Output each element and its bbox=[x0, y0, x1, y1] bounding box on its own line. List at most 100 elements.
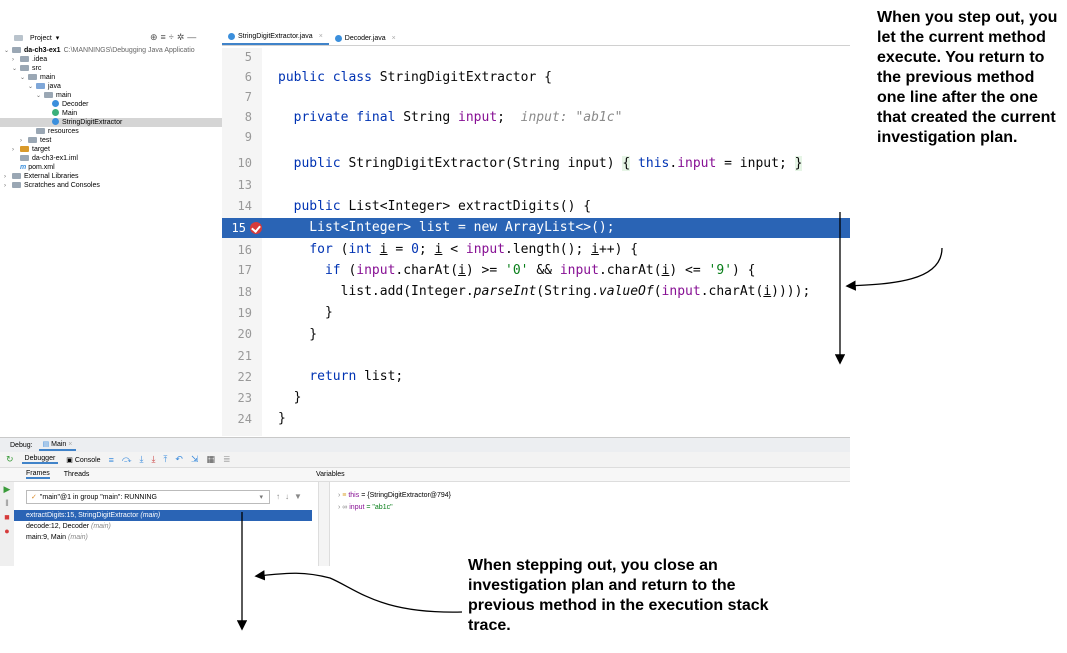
tree-item-label: pom.xml bbox=[28, 164, 55, 171]
tree-item-label: Decoder bbox=[62, 101, 89, 108]
tree-item[interactable]: resources bbox=[0, 127, 222, 136]
watch-icon: ∞ bbox=[342, 504, 348, 511]
run-to-cursor-icon[interactable]: ⇲ bbox=[191, 454, 199, 465]
step-over-icon[interactable]: ⤼ bbox=[122, 454, 132, 465]
frame-row[interactable]: main:9, Main (main) bbox=[14, 532, 312, 543]
tree-item[interactable]: StringDigitExtractor bbox=[0, 118, 222, 127]
folder-icon bbox=[12, 47, 21, 53]
tree-item[interactable]: › .idea bbox=[0, 55, 222, 64]
tab-stringdigitextractor[interactable]: StringDigitExtractor.java × bbox=[222, 33, 329, 45]
annotation-step-out: When you step out, you let the current m… bbox=[877, 9, 1058, 146]
tree-item[interactable]: Main bbox=[0, 109, 222, 118]
chevron-right-icon[interactable]: › bbox=[4, 182, 12, 191]
project-toolbar-icons[interactable]: ⊕≡÷✲— bbox=[150, 32, 199, 43]
close-icon[interactable]: × bbox=[68, 441, 72, 448]
tree-item-label: main bbox=[40, 74, 56, 81]
tree-item-label: da-ch3-ex1 bbox=[24, 47, 61, 54]
close-icon[interactable]: × bbox=[392, 35, 396, 42]
line-number: 20 bbox=[237, 327, 252, 341]
frames-list: extractDigits:15, StringDigitExtractor (… bbox=[14, 510, 312, 543]
rerun-icon[interactable]: ↻ bbox=[6, 454, 14, 465]
tree-item-label: Main bbox=[62, 110, 78, 117]
breakpoint-icon[interactable] bbox=[250, 222, 262, 234]
tree-item-label: External Libraries bbox=[24, 173, 79, 180]
tab-main-run-config[interactable]: ▤ Main × bbox=[38, 439, 77, 451]
tree-item-label: StringDigitExtractor bbox=[62, 119, 123, 126]
java-class-icon bbox=[52, 109, 59, 116]
project-panel-header: Project ▾ ⊕≡÷✲— bbox=[0, 30, 222, 46]
line-number: 10 bbox=[237, 156, 252, 170]
tree-item-label: .idea bbox=[32, 56, 48, 63]
line-number: 14 bbox=[237, 199, 252, 213]
code-line-current: List<Integer> list = new ArrayList<>(); bbox=[278, 220, 615, 235]
expand-arrow-icon[interactable]: › bbox=[338, 504, 340, 511]
check-icon: ✓ bbox=[31, 494, 37, 501]
view-breakpoints-icon[interactable]: ● bbox=[0, 524, 14, 538]
step-out-icon[interactable]: ⤒ bbox=[163, 454, 167, 465]
stop-icon[interactable]: ■ bbox=[0, 510, 14, 524]
code-line: public class StringDigitExtractor { bbox=[278, 70, 552, 85]
variable-row[interactable]: › ∞ input = "ab1c" bbox=[338, 502, 451, 514]
folder-icon bbox=[36, 128, 45, 134]
run-config-icon: ▤ bbox=[42, 441, 50, 448]
tree-item-label: Scratches and Consoles bbox=[24, 182, 100, 189]
tab-debugger[interactable]: Debugger bbox=[21, 455, 59, 464]
tree-item[interactable]: ⌄ main bbox=[0, 91, 222, 100]
tab-frames[interactable]: Frames bbox=[26, 470, 50, 479]
tree-item[interactable]: Decoder bbox=[0, 100, 222, 109]
chevron-down-icon: ▾ bbox=[259, 494, 263, 501]
tree-item[interactable]: ⌄ main bbox=[0, 73, 222, 82]
java-class-icon bbox=[52, 118, 59, 125]
project-panel-title[interactable]: Project bbox=[30, 35, 52, 42]
drop-frame-icon[interactable]: ↶ bbox=[175, 454, 183, 465]
debug-side-toolbar: ▶ ‖ ■ ● bbox=[0, 482, 14, 566]
close-icon[interactable]: × bbox=[319, 33, 323, 40]
code-line: list.add(Integer.parseInt(String.valueOf… bbox=[278, 284, 811, 299]
tree-item[interactable]: ⌄ src bbox=[0, 64, 222, 73]
tree-item[interactable]: ⌄ da-ch3-ex1 C:\MANNINGS\Debugging Java Ap… bbox=[0, 46, 222, 55]
maven-icon: m bbox=[20, 164, 27, 171]
java-class-icon bbox=[52, 100, 59, 107]
frame-row[interactable]: decode:12, Decoder (main) bbox=[14, 521, 312, 532]
tree-item[interactable]: da-ch3-ex1.iml bbox=[0, 154, 222, 163]
line-number: 16 bbox=[237, 243, 252, 257]
line-number: 21 bbox=[237, 349, 252, 363]
tab-console[interactable]: ▣ Console bbox=[66, 456, 100, 464]
folder-icon bbox=[12, 182, 21, 188]
debug-label: Debug: bbox=[10, 441, 33, 449]
folder-icon bbox=[20, 56, 29, 62]
tree-item[interactable]: › target bbox=[0, 145, 222, 154]
code-line: private final String input; input: "ab1c… bbox=[293, 110, 623, 125]
code-editor[interactable]: 5 6 7 8 9 10 13 14 15 16 17 18 19 20 21 … bbox=[222, 48, 850, 436]
tree-item[interactable]: › Scratches and Consoles bbox=[0, 181, 222, 190]
tab-threads[interactable]: Threads bbox=[64, 471, 90, 478]
force-step-into-icon[interactable]: ⤓ bbox=[151, 454, 155, 465]
editor-tabs: StringDigitExtractor.java × Decoder.java… bbox=[222, 30, 850, 46]
tree-item[interactable]: › test bbox=[0, 136, 222, 145]
variable-row[interactable]: › ≡ this = {StringDigitExtractor@794} bbox=[338, 490, 451, 502]
frame-navigation-icons[interactable]: ↑↓▼ bbox=[276, 492, 307, 501]
tree-item[interactable]: › External Libraries bbox=[0, 172, 222, 181]
tree-item-label: java bbox=[48, 83, 61, 90]
tree-item[interactable]: m pom.xml bbox=[0, 163, 222, 172]
evaluate-icon[interactable]: ▦ bbox=[207, 454, 216, 465]
folder-icon bbox=[20, 65, 29, 71]
project-tree: ⌄ da-ch3-ex1 C:\MANNINGS\Debugging Java Ap… bbox=[0, 46, 222, 190]
line-number: 24 bbox=[237, 412, 252, 426]
show-execution-point-icon[interactable]: ≡ bbox=[109, 455, 114, 465]
step-into-icon[interactable]: ⤓ bbox=[139, 454, 143, 465]
settings-icon[interactable]: ≣ bbox=[223, 454, 231, 465]
chevron-down-icon[interactable]: ▾ bbox=[56, 34, 60, 42]
resume-icon[interactable]: ▶ bbox=[0, 482, 14, 496]
code-line: for (int i = 0; i < input.length(); i++)… bbox=[309, 242, 639, 257]
pause-icon[interactable]: ‖ bbox=[0, 496, 14, 510]
frame-row[interactable]: extractDigits:15, StringDigitExtractor (… bbox=[14, 510, 312, 521]
tree-item[interactable]: ⌄ java bbox=[0, 82, 222, 91]
thread-selector[interactable]: ✓ "main"@1 in group "main": RUNNING ▾ bbox=[26, 490, 270, 504]
tab-decoder[interactable]: Decoder.java × bbox=[329, 35, 402, 45]
code-line: public StringDigitExtractor(String input… bbox=[293, 156, 803, 171]
folder-icon bbox=[44, 92, 53, 98]
folder-icon bbox=[28, 74, 37, 80]
expand-arrow-icon[interactable]: › bbox=[338, 492, 340, 499]
frames-scrollbar[interactable] bbox=[318, 482, 330, 566]
